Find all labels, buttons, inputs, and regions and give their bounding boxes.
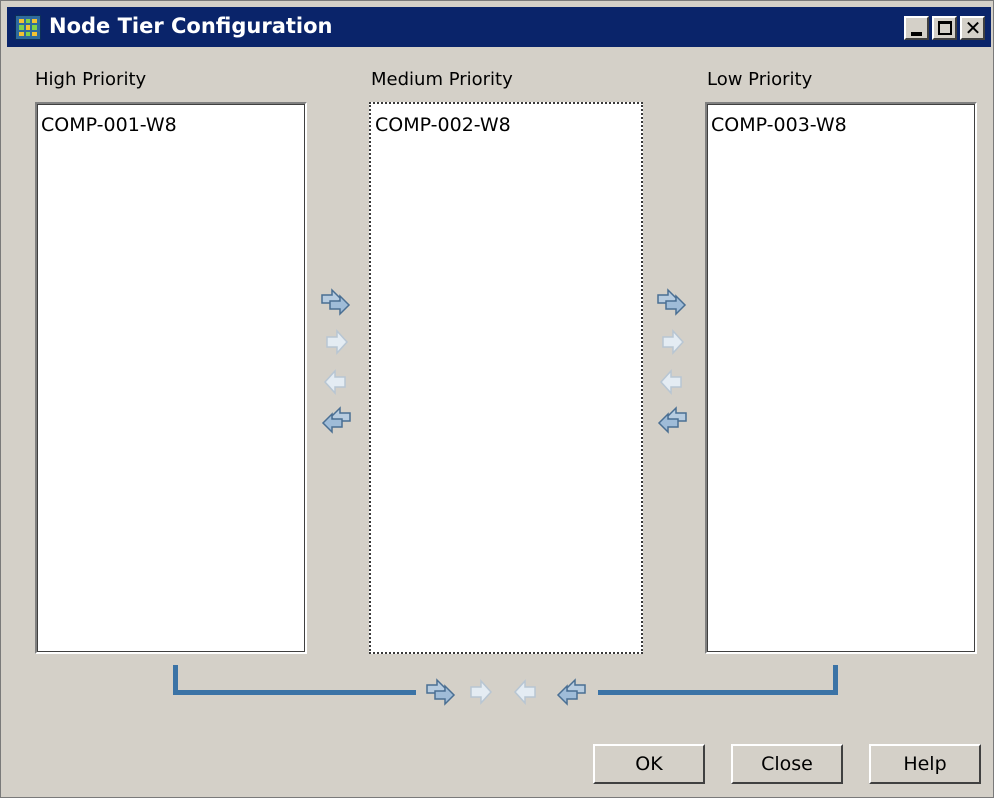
move-all-left-button[interactable] (554, 677, 588, 707)
low-priority-list[interactable]: COMP-003-W8 (705, 102, 977, 654)
move-right-button[interactable] (463, 677, 497, 707)
move-all-left-button[interactable] (319, 405, 353, 435)
move-left-button[interactable] (319, 367, 353, 397)
move-left-button[interactable] (509, 677, 543, 707)
list-item[interactable]: COMP-001-W8 (41, 114, 177, 136)
medium-priority-list[interactable]: COMP-002-W8 (369, 102, 643, 654)
high-priority-label: High Priority (35, 69, 147, 90)
move-all-left-button[interactable] (655, 405, 689, 435)
window-title: Node Tier Configuration (49, 14, 333, 38)
app-icon (15, 15, 41, 40)
bracket-right-vertical (833, 665, 838, 695)
bracket-right-horizontal (598, 690, 838, 695)
close-button[interactable]: Close (731, 744, 843, 784)
move-left-icon (323, 369, 346, 395)
move-all-right-icon (426, 678, 456, 706)
minimize-icon (911, 32, 922, 36)
list-item[interactable]: COMP-002-W8 (375, 114, 511, 136)
close-window-button[interactable]: ✕ (960, 16, 985, 40)
move-right-icon (326, 329, 349, 355)
move-left-icon (659, 369, 682, 395)
ok-button[interactable]: OK (593, 744, 705, 784)
high-priority-list[interactable]: COMP-001-W8 (35, 102, 307, 654)
move-all-right-icon (657, 288, 687, 316)
move-all-right-icon (321, 288, 351, 316)
move-right-button[interactable] (655, 327, 689, 357)
bracket-left-vertical (173, 665, 178, 693)
move-right-icon (470, 679, 493, 705)
minimize-button[interactable] (904, 16, 929, 40)
bracket-left-horizontal (173, 690, 416, 695)
help-button[interactable]: Help (869, 744, 981, 784)
close-icon: ✕ (964, 16, 982, 40)
move-all-left-icon (657, 406, 687, 434)
move-all-left-icon (556, 678, 586, 706)
maximize-icon (938, 21, 952, 35)
move-left-icon (513, 679, 536, 705)
move-left-button[interactable] (655, 367, 689, 397)
move-all-right-button[interactable] (319, 287, 353, 317)
title-bar[interactable]: Node Tier Configuration ✕ (7, 7, 991, 47)
list-item[interactable]: COMP-003-W8 (711, 114, 847, 136)
move-all-right-button[interactable] (424, 677, 458, 707)
move-right-icon (662, 329, 685, 355)
dialog-window: Node Tier Configuration ✕ High Priority … (0, 0, 994, 798)
low-priority-label: Low Priority (707, 69, 813, 90)
maximize-button[interactable] (932, 16, 957, 40)
move-right-button[interactable] (319, 327, 353, 357)
medium-priority-label: Medium Priority (371, 69, 513, 90)
move-all-right-button[interactable] (655, 287, 689, 317)
move-all-left-icon (321, 406, 351, 434)
